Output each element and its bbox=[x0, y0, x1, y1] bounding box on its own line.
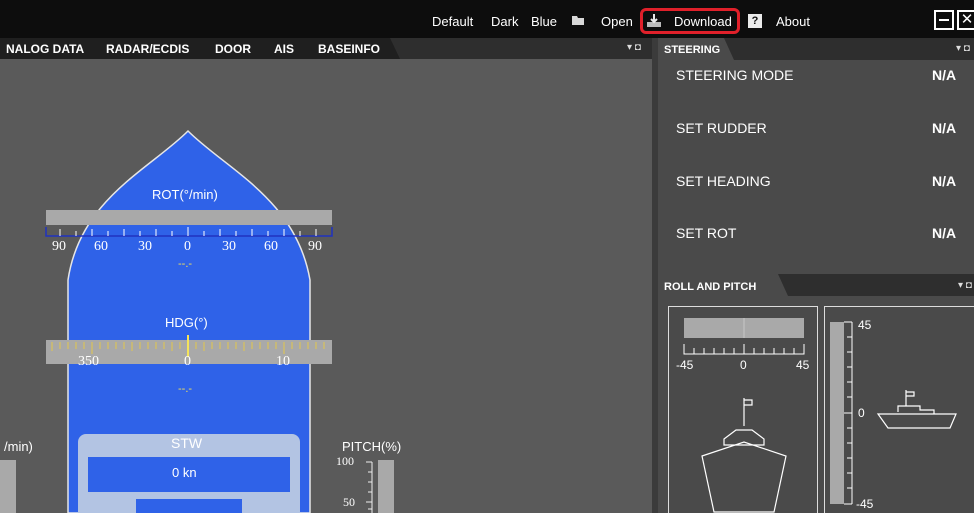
stw-value: 0 kn bbox=[172, 465, 197, 480]
folder-icon bbox=[572, 16, 584, 25]
hdg-tick-label: 350 bbox=[78, 354, 99, 369]
pitch-gauge-graphic bbox=[830, 321, 957, 505]
download-menu[interactable]: Download bbox=[674, 14, 732, 29]
pitch-right-tick-label: 45 bbox=[858, 318, 872, 332]
about-menu[interactable]: About bbox=[776, 14, 810, 29]
hdg-label: HDG(°) bbox=[165, 315, 208, 330]
tab-door[interactable]: DOOR bbox=[215, 42, 251, 56]
ship-front-icon bbox=[701, 398, 787, 513]
hdg-value: --.- bbox=[178, 383, 193, 395]
rot-tick-label: 90 bbox=[52, 239, 66, 254]
rot-tick-label: 30 bbox=[222, 239, 236, 254]
tab-baseinfo[interactable]: BASEINFO bbox=[318, 42, 380, 56]
hdg-tick-label: 0 bbox=[184, 354, 191, 369]
pin-icon[interactable]: ▾ ◘ bbox=[627, 42, 641, 53]
stw-label: STW bbox=[171, 435, 203, 451]
roll-pitch-pin-icon[interactable]: ▾ ◘ bbox=[958, 280, 972, 291]
rot-bar bbox=[46, 210, 332, 225]
set-heading-value: N/A bbox=[932, 173, 957, 189]
analog-data-panel: ROT(°/min) 90 60 30 0 30 60 90 --.- HDG(… bbox=[0, 59, 652, 513]
download-icon bbox=[647, 14, 661, 27]
theme-default-menu[interactable]: Default bbox=[432, 14, 473, 29]
roll-tick-label: -45 bbox=[676, 358, 694, 372]
minimize-button[interactable] bbox=[934, 10, 954, 30]
rot-tick-label: 60 bbox=[264, 239, 278, 254]
set-rudder-label: SET RUDDER bbox=[676, 120, 767, 136]
open-menu[interactable]: Open bbox=[601, 14, 633, 29]
ship-diagram bbox=[0, 129, 394, 513]
tab-steering[interactable]: STEERING bbox=[664, 44, 720, 56]
set-rot-value: N/A bbox=[932, 225, 957, 241]
rot-tick-label: 30 bbox=[138, 239, 152, 254]
steering-mode-value: N/A bbox=[932, 67, 957, 83]
roll-gauge-graphic bbox=[683, 318, 805, 513]
pitch-label: PITCH(%) bbox=[342, 439, 402, 454]
rot-tick-label: 60 bbox=[94, 239, 108, 254]
tab-roll-and-pitch[interactable]: ROLL AND PITCH bbox=[664, 281, 756, 293]
tab-ais[interactable]: AIS bbox=[274, 42, 294, 56]
close-button[interactable]: ✕ bbox=[957, 10, 974, 30]
rot-value: --.- bbox=[178, 258, 193, 270]
tab-radar-ecdis[interactable]: RADAR/ECDIS bbox=[106, 42, 189, 56]
roll-tick-label: 45 bbox=[796, 358, 810, 372]
set-heading-label: SET HEADING bbox=[676, 173, 771, 189]
rot-label: ROT(°/min) bbox=[152, 187, 218, 202]
help-icon: ? bbox=[748, 14, 762, 28]
set-rudder-value: N/A bbox=[932, 120, 957, 136]
roll-tick-label: 0 bbox=[740, 358, 747, 372]
hdg-tick-label: 10 bbox=[276, 354, 290, 369]
rot-tick-label: 0 bbox=[184, 239, 191, 254]
ship-side-icon bbox=[876, 390, 957, 429]
pitch-right-tick-label: 0 bbox=[858, 406, 865, 420]
pitch-tick-label: 50 bbox=[343, 495, 355, 509]
set-rot-label: SET ROT bbox=[676, 225, 737, 241]
close-icon: ✕ bbox=[960, 11, 974, 28]
pitch-gauge-bar bbox=[378, 460, 394, 513]
rot-tick-label: 90 bbox=[308, 239, 322, 254]
rot-gauge-bar bbox=[0, 460, 16, 513]
minimize-icon bbox=[939, 19, 949, 21]
rot-edge-label: /min) bbox=[4, 439, 33, 454]
theme-dark-menu[interactable]: Dark bbox=[491, 14, 518, 29]
steering-pin-icon[interactable]: ▾ ◘ bbox=[956, 43, 970, 54]
pitch-tick-label: 100 bbox=[336, 454, 354, 468]
steering-mode-label: STEERING MODE bbox=[676, 67, 794, 83]
stw-lower-display bbox=[136, 499, 242, 513]
title-bar: Default Dark Blue Open Download ? About … bbox=[0, 0, 974, 38]
pitch-right-tick-label: -45 bbox=[856, 497, 874, 511]
tab-analog-data[interactable]: NALOG DATA bbox=[6, 42, 84, 56]
rot-tick-labels: 90 60 30 0 30 60 90 bbox=[48, 239, 338, 255]
theme-blue-menu[interactable]: Blue bbox=[531, 14, 557, 29]
